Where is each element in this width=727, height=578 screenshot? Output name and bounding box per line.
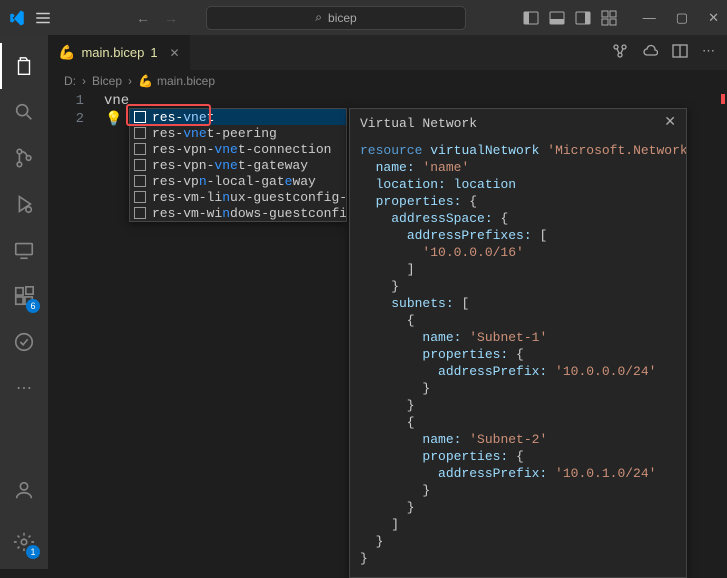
- snippet-icon: [134, 175, 146, 187]
- toggle-primary-sidebar-icon[interactable]: [523, 10, 539, 26]
- activity-accounts-icon[interactable]: [0, 467, 48, 513]
- breadcrumbs[interactable]: D: › Bicep › 💪main.bicep: [48, 70, 727, 92]
- minimize-icon[interactable]: ―: [643, 10, 656, 26]
- tab-main-bicep[interactable]: 💪 main.bicep 1 ✕: [48, 35, 191, 70]
- settings-badge: 1: [26, 545, 40, 559]
- activity-search-icon[interactable]: [0, 89, 48, 135]
- activity-debug-icon[interactable]: [0, 181, 48, 227]
- breadcrumb-item[interactable]: Bicep: [92, 74, 122, 88]
- details-title: Virtual Network: [360, 115, 477, 132]
- chevron-right-icon: ›: [82, 74, 86, 88]
- nav-back-icon[interactable]: ←: [136, 10, 150, 26]
- activity-explorer-icon[interactable]: [0, 43, 48, 89]
- editor-actions: ⋯: [600, 43, 727, 62]
- snippet-icon: [134, 127, 146, 139]
- suggestion-item[interactable]: res-vnet: [130, 109, 346, 125]
- bicep-file-icon: 💪: [138, 74, 153, 88]
- bicep-file-icon: 💪: [58, 44, 75, 61]
- suggestion-item[interactable]: res-vpn-local-gateway: [130, 173, 346, 189]
- vscode-logo-icon: [8, 9, 26, 27]
- activity-more-icon[interactable]: ⋯: [0, 365, 48, 411]
- activity-settings-icon[interactable]: 1: [0, 519, 48, 565]
- snippet-icon: [134, 111, 146, 123]
- line-number: 1: [48, 92, 84, 110]
- activity-source-control-icon[interactable]: [0, 135, 48, 181]
- snippet-icon: [134, 191, 146, 203]
- suggestion-item[interactable]: res-vpn-vnet-connection: [130, 141, 346, 157]
- code-line: vne: [104, 92, 129, 110]
- suggestion-details: Virtual Network ✕ resource virtualNetwor…: [349, 108, 687, 578]
- details-header: Virtual Network ✕: [350, 109, 686, 138]
- suggestion-item[interactable]: res-vnet-peering: [130, 125, 346, 141]
- layout-controls: [523, 10, 617, 26]
- breadcrumb-item[interactable]: D:: [64, 74, 76, 88]
- overview-ruler-error: [721, 94, 725, 104]
- chevron-right-icon: ›: [128, 74, 132, 88]
- tab-close-icon[interactable]: ✕: [170, 46, 180, 60]
- editor-tabs: 💪 main.bicep 1 ✕ ⋯: [48, 35, 727, 70]
- line-gutter: 1 2: [48, 92, 98, 569]
- lightbulb-icon[interactable]: 💡: [105, 110, 122, 127]
- activity-remote-icon[interactable]: [0, 227, 48, 273]
- window-controls: ― ▢ ✕: [643, 10, 719, 26]
- visualize-icon[interactable]: [612, 43, 628, 62]
- nav-arrows: ← →: [136, 10, 178, 26]
- title-bar: ← → ⌕ bicep ― ▢ ✕: [0, 0, 727, 35]
- extensions-badge: 6: [26, 299, 40, 313]
- cloud-icon[interactable]: [642, 43, 658, 62]
- details-body: resource virtualNetwork 'Microsoft.Netwo…: [350, 138, 686, 567]
- tab-label: main.bicep: [81, 45, 144, 60]
- search-icon: ⌕: [315, 10, 322, 25]
- suggestion-item[interactable]: res-vm-windows-guestconfi…: [130, 205, 346, 221]
- toggle-panel-icon[interactable]: [549, 10, 565, 26]
- customize-layout-icon[interactable]: [601, 10, 617, 26]
- intellisense-popup[interactable]: res-vnet res-vnet-peering res-vpn-vnet-c…: [129, 108, 347, 222]
- close-icon[interactable]: ✕: [664, 115, 676, 132]
- snippet-icon: [134, 207, 146, 219]
- activity-testing-icon[interactable]: [0, 319, 48, 365]
- line-number: 2: [48, 110, 84, 128]
- close-icon[interactable]: ✕: [708, 10, 719, 26]
- split-editor-icon[interactable]: [672, 43, 688, 62]
- snippet-icon: [134, 159, 146, 171]
- suggestion-item[interactable]: res-vm-linux-guestconfig-…: [130, 189, 346, 205]
- search-text: bicep: [328, 11, 357, 25]
- menu-icon[interactable]: [34, 9, 52, 27]
- more-actions-icon[interactable]: ⋯: [702, 43, 715, 62]
- snippet-icon: [134, 143, 146, 155]
- breadcrumb-item[interactable]: 💪main.bicep: [138, 74, 215, 88]
- activity-extensions-icon[interactable]: 6: [0, 273, 48, 319]
- nav-forward-icon[interactable]: →: [164, 10, 178, 26]
- tab-dirty-indicator: 1: [150, 45, 157, 60]
- activity-bar: 6 ⋯ 1: [0, 35, 48, 569]
- toggle-secondary-sidebar-icon[interactable]: [575, 10, 591, 26]
- suggestion-item[interactable]: res-vpn-vnet-gateway: [130, 157, 346, 173]
- maximize-icon[interactable]: ▢: [676, 10, 688, 26]
- command-center-search[interactable]: ⌕ bicep: [206, 6, 466, 30]
